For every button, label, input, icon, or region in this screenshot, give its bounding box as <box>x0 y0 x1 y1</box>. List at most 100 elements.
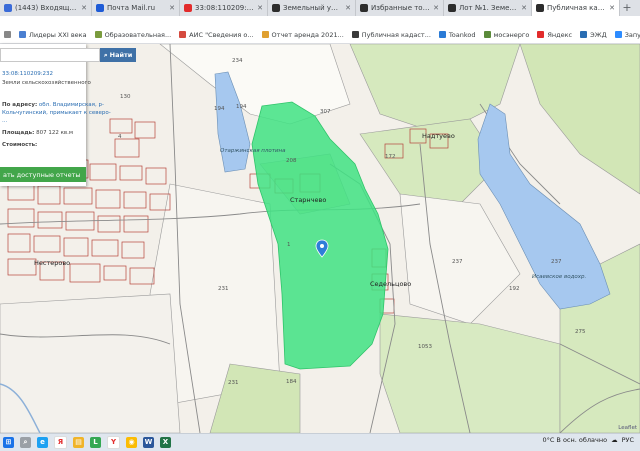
land-category: Земли сельскохозяйственного <box>2 80 91 86</box>
browser-tab[interactable]: Публичная кадастровая карта✕ <box>532 0 620 16</box>
water-label: Отаржинская плотина <box>220 148 286 154</box>
browser-tab[interactable]: Земельный участок кадастровый✕ <box>268 0 356 16</box>
address-text: обл. Владимирская, р- <box>38 102 104 108</box>
bookmark-label: Образовательная... <box>104 30 172 39</box>
address-line: ... <box>2 118 8 124</box>
apps-icon[interactable] <box>0 31 15 38</box>
close-tab-icon[interactable]: ✕ <box>257 4 263 12</box>
weather-status[interactable]: 0°C В осн. облачно <box>542 436 607 444</box>
bookmark-label: АИС "Сведения о... <box>189 30 254 39</box>
parcel-number: 275 <box>575 329 586 335</box>
browser-tab[interactable]: Лот №1. Земельный участок✕ <box>444 0 532 16</box>
parcel-number: 237 <box>452 259 463 265</box>
cadastral-number[interactable]: 33:08:110209:232 <box>2 71 53 77</box>
browser-tab[interactable]: Почта Mail.ru ✕ <box>92 0 180 16</box>
system-tray: 0°C В осн. облачно ☁ РУС <box>542 436 634 444</box>
close-tab-icon[interactable]: ✕ <box>81 4 87 12</box>
parcel-number: 231 <box>228 380 239 386</box>
tab-favicon-icon <box>448 4 456 12</box>
bookmark-item[interactable]: ЭЖД <box>576 31 611 39</box>
map-attribution[interactable]: Leaflet <box>618 425 637 431</box>
area-label: Площадь: <box>2 130 35 136</box>
tab-favicon-icon <box>96 4 104 12</box>
show-reports-button[interactable]: ать доступные отчеты <box>0 167 86 182</box>
bookmark-label: Яндекс <box>547 30 573 39</box>
bookmark-favicon-icon <box>261 31 269 38</box>
lens-icon[interactable]: L <box>90 437 101 448</box>
village-label: Седельцово <box>370 280 412 288</box>
tab-title: (1443) Входящие - Почта <box>15 4 79 12</box>
close-tab-icon[interactable]: ✕ <box>169 4 175 12</box>
village-label: Старнчево <box>290 196 327 204</box>
browser-tab-bar: (1443) Входящие - Почта✕Почта Mail.ru✕33… <box>0 0 640 16</box>
bookmark-favicon-icon <box>179 31 187 38</box>
bookmark-item[interactable]: Образовательная... <box>91 31 176 39</box>
bookmark-label: Toankod <box>448 30 476 39</box>
parcel-number: 194 <box>236 104 247 110</box>
bookmark-item[interactable]: Публичная кадаст... <box>348 31 435 39</box>
bookmark-favicon-icon <box>19 31 26 38</box>
parcel-number: 192 <box>509 286 520 292</box>
water-label: Исаевское водохр. <box>532 274 587 280</box>
file-icon[interactable]: ▤ <box>73 437 84 448</box>
bookmark-item[interactable]: АИС "Сведения о... <box>175 31 257 39</box>
search-button[interactable]: ⌕ Найти <box>100 48 137 62</box>
tab-favicon-icon <box>360 4 368 12</box>
village-label: Нестерово <box>34 259 71 267</box>
parcel-number: 4 <box>118 134 122 140</box>
edge-icon[interactable]: e <box>37 437 48 448</box>
bookmark-favicon-icon <box>614 31 622 38</box>
bookmark-item[interactable]: мосэнерго <box>480 31 534 39</box>
bookmark-label: мосэнерго <box>493 30 530 39</box>
yandex-browser-icon[interactable]: Y <box>107 436 120 449</box>
language-indicator[interactable]: РУС <box>622 436 634 444</box>
tab-favicon-icon <box>4 4 12 12</box>
bookmark-label: Отчет аренда 2021... <box>271 30 344 39</box>
parcel-number: 130 <box>120 94 131 100</box>
village-label: Надтуево <box>422 132 455 140</box>
yandex-icon[interactable]: Я <box>54 436 67 449</box>
bookmark-item[interactable]: Отчет аренда 2021... <box>258 31 348 39</box>
tab-title: Публичная кадастровая карта <box>547 4 606 12</box>
browser-tab[interactable]: (1443) Входящие - Почта✕ <box>0 0 92 16</box>
close-tab-icon[interactable]: ✕ <box>521 4 527 12</box>
bookmarks-bar: Лидеры XXI века Образовательная... АИС "Св… <box>0 26 640 44</box>
tab-title: Земельный участок кадастровый <box>283 4 342 12</box>
parcel-info-panel: ⌕ Найти 33:08:110209:232 Земли сельскохоз… <box>0 44 137 186</box>
chrome-icon[interactable]: ◉ <box>126 437 137 448</box>
search-icon: ⌕ <box>104 50 108 59</box>
bookmark-item[interactable]: Запустить конфере... <box>611 31 640 39</box>
browser-tab[interactable]: Избранные торги и лоты✕ <box>356 0 444 16</box>
bookmark-item[interactable]: Toankod <box>435 31 480 39</box>
bookmark-favicon-icon <box>94 31 102 38</box>
bookmark-label: Запустить конфере... <box>624 30 640 39</box>
bookmark-favicon-icon <box>438 31 446 38</box>
bookmark-favicon-icon <box>351 31 359 38</box>
browser-tab[interactable]: 33:08:110209:232 — Яндекс✕ <box>180 0 268 16</box>
parcel-number: 172 <box>385 154 396 160</box>
windows-icon[interactable]: ⊞ <box>3 437 14 448</box>
excel-icon[interactable]: X <box>160 437 171 448</box>
bookmark-item[interactable]: Лидеры XXI века <box>15 31 91 39</box>
new-tab-button[interactable]: + <box>620 0 634 16</box>
bookmark-label: Публичная кадаст... <box>361 30 431 39</box>
parcel-number: 1053 <box>418 344 432 350</box>
tab-title: Лот №1. Земельный участок <box>459 4 519 12</box>
bookmark-item[interactable]: Яндекс <box>533 31 576 39</box>
close-tab-icon[interactable]: ✕ <box>345 4 351 12</box>
tab-title: Избранные торги и лоты <box>371 4 430 12</box>
word-icon[interactable]: W <box>143 437 154 448</box>
parcel-number: 234 <box>232 58 243 64</box>
close-tab-icon[interactable]: ✕ <box>433 4 439 12</box>
search-icon[interactable]: ⌕ <box>20 437 31 448</box>
area-value: 807 122 кв.м <box>36 130 74 136</box>
search-input[interactable] <box>0 48 100 62</box>
cloud-icon: ☁ <box>611 436 618 444</box>
address-label: По адресу: <box>2 102 38 108</box>
parcel-number: 194 <box>214 106 225 112</box>
close-tab-icon[interactable]: ✕ <box>609 4 615 12</box>
tab-favicon-icon <box>184 4 192 12</box>
tab-title: 33:08:110209:232 — Яндекс <box>195 4 255 12</box>
parcel-number: 231 <box>218 286 229 292</box>
tab-favicon-icon <box>272 4 280 12</box>
